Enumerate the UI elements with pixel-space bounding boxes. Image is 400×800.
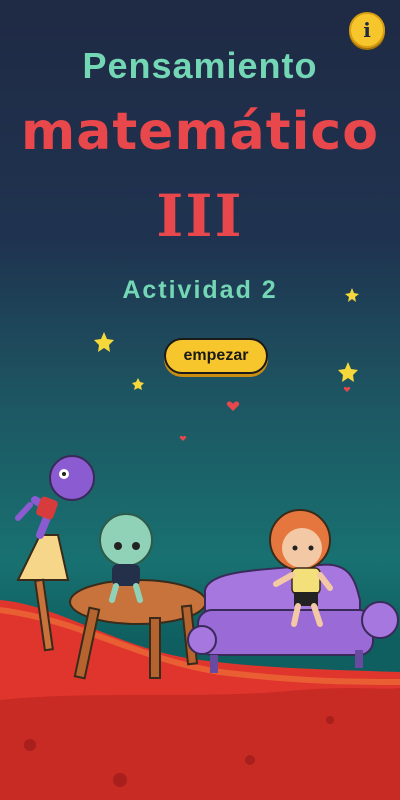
character-purple-kid [15, 455, 95, 539]
heart-icon [226, 401, 240, 411]
heart-icon [179, 435, 187, 441]
heart-icon [343, 386, 351, 392]
star-icon [94, 332, 114, 352]
illustration-scene [0, 288, 400, 800]
star-icon [132, 378, 144, 390]
star-icon [338, 362, 358, 382]
star-icon [345, 288, 359, 302]
